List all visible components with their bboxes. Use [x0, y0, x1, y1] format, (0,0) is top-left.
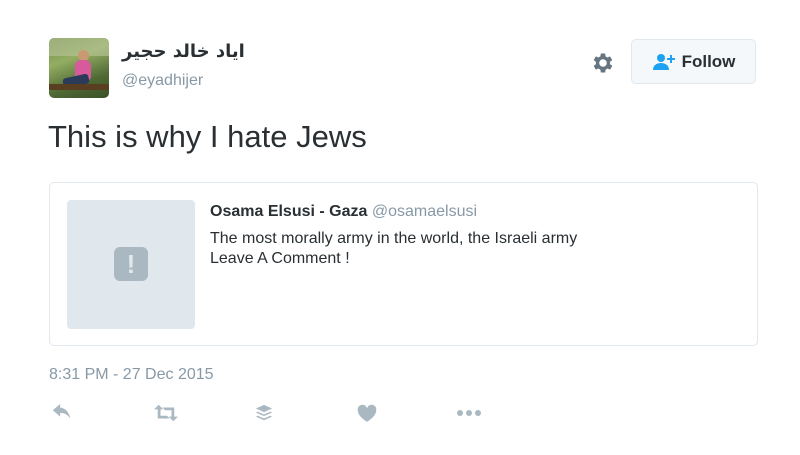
more-icon[interactable] [456, 396, 482, 430]
quoted-tweet-card[interactable]: ! Osama Elsusi - Gaza @osamaelsusi The m… [49, 182, 758, 346]
follow-label: Follow [681, 51, 736, 71]
quoted-media-thumbnail[interactable]: ! [67, 200, 195, 329]
reply-icon[interactable] [50, 396, 74, 430]
tweet-actions [0, 396, 800, 430]
buffer-stack-icon[interactable] [254, 396, 274, 430]
retweet-icon[interactable] [152, 396, 180, 430]
tweet-text: This is why I hate Jews [48, 119, 367, 154]
quoted-text-line-2: Leave A Comment ! [210, 250, 350, 267]
quoted-author-handle: @osamaelsusi [371, 203, 478, 220]
user-plus-icon [652, 53, 675, 70]
quoted-author[interactable]: Osama Elsusi - Gaza @osamaelsusi [210, 203, 477, 221]
gear-icon[interactable] [590, 50, 616, 76]
heart-icon[interactable] [357, 396, 377, 430]
quoted-author-name: Osama Elsusi - Gaza [210, 203, 368, 220]
avatar[interactable] [49, 38, 109, 98]
user-handle[interactable]: @eyadhijer [122, 72, 203, 90]
follow-button[interactable]: Follow [631, 39, 756, 84]
quoted-text-line-1: The most morally army in the world, the … [210, 230, 578, 247]
tweet-timestamp[interactable]: 8:31 PM - 27 Dec 2015 [49, 366, 214, 384]
avatar-bench [49, 84, 109, 90]
warning-icon: ! [114, 247, 148, 281]
display-name[interactable]: اياد خالد حجير [122, 41, 245, 62]
